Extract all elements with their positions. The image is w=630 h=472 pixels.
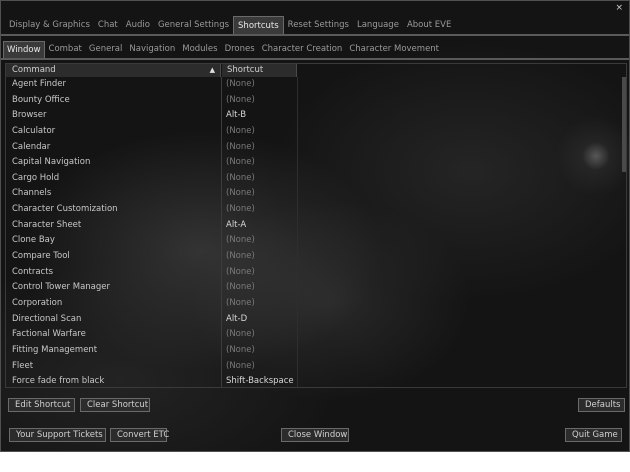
command-cell: Factional Warfare (12, 329, 86, 340)
command-cell: Capital Navigation (12, 157, 91, 168)
close-icon[interactable]: × (615, 3, 623, 13)
shortcut-cell: (None) (226, 282, 255, 293)
command-cell: Calendar (12, 141, 51, 152)
table-row[interactable]: Calendar (None) (6, 140, 626, 156)
convert-etc-button[interactable]: Convert ETC (110, 428, 169, 442)
command-cell: Bounty Office (12, 94, 70, 105)
column-header-shortcut-label: Shortcut (227, 65, 264, 75)
table-row[interactable]: Channels (None) (6, 186, 626, 202)
command-cell: Agent Finder (12, 79, 67, 89)
table-row[interactable]: Corporation (None) (6, 296, 626, 312)
main-tab-bar: Display & Graphics Chat Audio General Setti… (5, 16, 455, 34)
table-row[interactable]: Capital Navigation (None) (6, 155, 626, 171)
sub-tab-bar: Window Combat General Navigation Modules Dron… (3, 41, 443, 58)
command-cell: Contracts (12, 266, 53, 277)
subtab-character-movement[interactable]: Character Movement (346, 41, 442, 58)
subtab-general[interactable]: General (86, 41, 126, 58)
table-row[interactable]: Clone Bay (None) (6, 233, 626, 249)
command-cell: Cargo Hold (12, 172, 60, 183)
shortcut-cell: (None) (226, 266, 255, 277)
shortcut-cell: (None) (226, 344, 255, 355)
shortcut-cell: (None) (226, 297, 255, 308)
table-row[interactable]: Contracts (None) (6, 265, 626, 281)
shortcut-cell: (None) (226, 79, 255, 89)
command-cell: Force fade from black (12, 376, 105, 387)
table-row[interactable]: Compare Tool (None) (6, 249, 626, 265)
column-header-command[interactable]: Command ▲ (6, 64, 221, 77)
subtab-drones[interactable]: Drones (222, 41, 258, 58)
command-cell: Control Tower Manager (12, 282, 111, 293)
subtab-window[interactable]: Window (3, 41, 45, 58)
tab-reset-settings[interactable]: Reset Settings (284, 16, 353, 34)
subtab-modules[interactable]: Modules (179, 41, 220, 58)
support-tickets-button[interactable]: Your Support Tickets (9, 428, 106, 442)
scrollbar-thumb[interactable] (622, 77, 626, 172)
command-cell: Directional Scan (12, 313, 82, 324)
command-cell: Fleet (12, 360, 34, 371)
defaults-button[interactable]: Defaults (578, 398, 625, 412)
sub-tab-divider (1, 58, 629, 60)
shortcut-cell: (None) (226, 157, 255, 168)
table-row[interactable]: Bounty Office (None) (6, 93, 626, 109)
table-row[interactable]: Character Sheet Alt-A (6, 218, 626, 234)
table-row[interactable]: Directional Scan Alt-D (6, 312, 626, 328)
shortcut-list[interactable]: Command ▲ Shortcut Agent Finder (None) Bou… (5, 63, 627, 388)
column-header-shortcut[interactable]: Shortcut (222, 64, 297, 77)
command-cell: Browser (12, 110, 47, 121)
subtab-character-creation[interactable]: Character Creation (259, 41, 346, 58)
command-cell: Clone Bay (12, 235, 55, 246)
shortcut-cell: Alt-B (226, 110, 247, 121)
table-row[interactable]: Browser Alt-B (6, 108, 626, 124)
table-row[interactable]: Force fade from black Shift-Backspace (6, 374, 626, 387)
shortcut-cell: Alt-D (226, 313, 248, 324)
tab-general-settings[interactable]: General Settings (154, 16, 233, 34)
table-row[interactable]: Agent Finder (None) (6, 77, 626, 93)
tab-about-eve[interactable]: About EVE (403, 16, 455, 34)
shortcut-cell: Alt-A (226, 219, 247, 230)
tab-shortcuts[interactable]: Shortcuts (233, 16, 284, 34)
table-row[interactable]: Calculator (None) (6, 124, 626, 140)
command-cell: Fitting Management (12, 344, 98, 355)
shortcut-cell: (None) (226, 172, 255, 183)
table-row[interactable]: Character Customization (None) (6, 202, 626, 218)
shortcut-cell: (None) (226, 94, 255, 105)
shortcut-cell: (None) (226, 141, 255, 152)
list-rows: Agent Finder (None) Bounty Office (None) Bro… (6, 77, 626, 387)
column-header-command-label: Command (12, 65, 56, 75)
table-row[interactable]: Control Tower Manager (None) (6, 280, 626, 296)
settings-window: × Display & Graphics Chat Audio General Set… (0, 0, 630, 452)
shortcut-cell: (None) (226, 251, 255, 262)
command-cell: Channels (12, 188, 52, 199)
close-window-button[interactable]: Close Window (281, 428, 349, 442)
list-header: Command ▲ Shortcut (6, 64, 626, 77)
command-cell: Corporation (12, 297, 63, 308)
shortcut-cell: (None) (226, 125, 255, 136)
subtab-navigation[interactable]: Navigation (126, 41, 178, 58)
table-row[interactable]: Fitting Management (None) (6, 343, 626, 359)
main-tab-divider (1, 34, 629, 36)
command-cell: Character Sheet (12, 219, 82, 230)
tab-audio[interactable]: Audio (122, 16, 154, 34)
edit-shortcut-button[interactable]: Edit Shortcut (8, 398, 75, 412)
tab-language[interactable]: Language (353, 16, 403, 34)
command-cell: Compare Tool (12, 251, 70, 262)
tab-display-and-graphics[interactable]: Display & Graphics (5, 16, 94, 34)
sort-ascending-icon: ▲ (209, 66, 215, 74)
table-row[interactable]: Fleet (None) (6, 359, 626, 375)
table-row[interactable]: Cargo Hold (None) (6, 171, 626, 187)
quit-game-button[interactable]: Quit Game (565, 428, 622, 442)
shortcut-cell: (None) (226, 204, 255, 215)
shortcut-cell: (None) (226, 329, 255, 340)
tab-chat[interactable]: Chat (94, 16, 122, 34)
subtab-combat[interactable]: Combat (46, 41, 85, 58)
command-cell: Character Customization (12, 204, 118, 215)
clear-shortcut-button[interactable]: Clear Shortcut (80, 398, 150, 412)
table-row[interactable]: Factional Warfare (None) (6, 327, 626, 343)
shortcut-cell: Shift-Backspace (226, 376, 294, 387)
command-cell: Calculator (12, 125, 56, 136)
shortcut-cell: (None) (226, 235, 255, 246)
shortcut-cell: (None) (226, 360, 255, 371)
shortcut-cell: (None) (226, 188, 255, 199)
